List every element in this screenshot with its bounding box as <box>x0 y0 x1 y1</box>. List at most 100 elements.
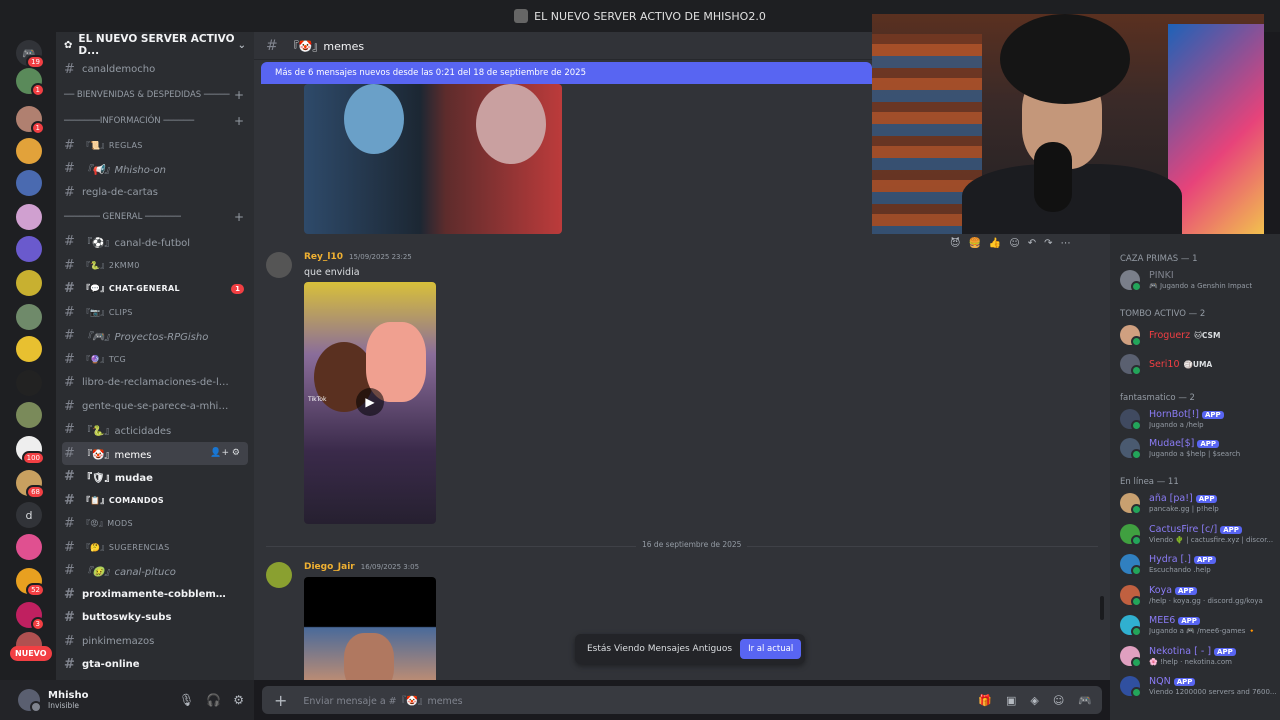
reply-icon[interactable]: ↶ <box>1028 238 1036 249</box>
channel-item[interactable]: # buttoswky-subs <box>56 606 254 630</box>
reaction-icon[interactable]: 🍔 <box>968 238 980 249</box>
server-icon[interactable] <box>16 370 42 396</box>
server-icon[interactable] <box>16 270 42 296</box>
reaction-icon[interactable]: 😈 <box>950 238 960 249</box>
member-item[interactable]: PINKI 🎮 Jugando a Genshin Impact <box>1118 268 1278 294</box>
member-item[interactable]: Mudae[$] APP Jugando a $help | $search <box>1118 436 1278 462</box>
channel-item[interactable]: # 『😡』MODS <box>56 512 254 536</box>
server-icon[interactable]: 68 <box>16 470 45 499</box>
channel-item[interactable]: # gente-que-se-parece-a-mhisho... <box>56 395 254 419</box>
composer-placeholder[interactable]: Enviar mensaje a #『🤡』memes <box>303 693 462 707</box>
gear-icon[interactable]: ⚙ <box>233 693 244 707</box>
member-item[interactable]: NQN APP Viendo 1200000 servers and 7600... <box>1118 674 1278 700</box>
video-attachment[interactable] <box>304 577 436 680</box>
add-channel-icon[interactable]: + <box>234 88 244 102</box>
server-icon[interactable]: 1 <box>16 68 45 97</box>
app-badge: APP <box>1202 411 1224 419</box>
message-composer[interactable]: + Enviar mensaje a #『🤡』memes 🎁 ▣ ◈ ☺ 🎮 <box>262 686 1102 714</box>
server-icon[interactable]: d <box>16 502 42 528</box>
channel-item[interactable]: # 『🛡』mudae <box>56 465 254 489</box>
scrollbar[interactable] <box>1100 596 1104 620</box>
add-channel-icon[interactable]: + <box>234 114 244 128</box>
reaction-icon[interactable]: 👍 <box>989 238 1001 249</box>
server-icon[interactable]: 52 <box>16 568 45 597</box>
server-icon[interactable] <box>16 534 42 560</box>
gif-icon[interactable]: ▣ <box>1006 694 1016 707</box>
message-text: que envidia <box>304 267 360 278</box>
channel-category[interactable]: ─────── GENERAL ─────── + <box>56 204 254 230</box>
server-icon[interactable] <box>16 304 42 330</box>
channel-item[interactable]: # 『📷』CLIPS <box>56 301 254 325</box>
member-item[interactable]: aña [pa!] APP pancake.gg | p!help <box>1118 491 1278 517</box>
activities-icon[interactable]: 🎮 <box>1078 694 1092 707</box>
member-item[interactable]: CactusFire [c/] APP Viendo 🌵 | cactusfire.… <box>1118 522 1278 548</box>
add-channel-icon[interactable]: + <box>234 210 244 224</box>
channel-item[interactable]: # 『📋』COMANDOS <box>56 489 254 513</box>
channel-item[interactable]: # 『⚽』canal-de-futbol <box>56 230 254 254</box>
channel-item[interactable]: # gta-online <box>56 653 254 677</box>
category-label: ───────INFORMACIÓN ────── <box>64 115 195 126</box>
member-item[interactable]: HornBot[!] APP Jugando a /help <box>1118 407 1278 433</box>
channel-item[interactable]: # canaldemocho <box>56 58 254 82</box>
headphones-icon[interactable]: 🎧 <box>206 693 221 707</box>
channel-item[interactable]: # 『🐍』acticidades <box>56 418 254 442</box>
channel-settings-icon[interactable]: 👤+ ⚙ <box>210 448 240 458</box>
avatar[interactable] <box>266 562 292 588</box>
server-icon[interactable] <box>16 170 42 196</box>
channel-item[interactable]: # 『🤔』SUGERENCIAS <box>56 536 254 560</box>
play-icon[interactable]: ▶ <box>356 388 384 416</box>
server-header[interactable]: ✿ EL NUEVO SERVER ACTIVO D... ⌄ <box>56 32 254 58</box>
emoji-icon[interactable]: ☺ <box>1053 694 1064 707</box>
meme-image[interactable] <box>304 84 562 234</box>
member-item[interactable]: Seri10 🏐UMA <box>1118 352 1278 378</box>
sticker-icon[interactable]: ◈ <box>1030 694 1038 707</box>
message-author[interactable]: Diego_Jair 16/09/2025 3:05 <box>304 562 419 572</box>
channel-item[interactable]: # libro-de-reclamaciones-de-lord... <box>56 371 254 395</box>
server-icon[interactable] <box>16 402 42 428</box>
server-icon[interactable] <box>16 138 42 164</box>
channel-name: proximamente-cobblemon-🚧... <box>82 588 230 600</box>
microphone-icon[interactable]: 🎙 <box>179 693 194 707</box>
add-reaction-icon[interactable]: ☺ <box>1009 238 1019 249</box>
channel-item[interactable]: # pinkimemazos <box>56 630 254 654</box>
server-icon[interactable] <box>16 336 42 362</box>
server-icon[interactable] <box>16 236 42 262</box>
more-options-icon[interactable]: ⋯ <box>1061 238 1071 249</box>
member-name: Mudae[$] APP <box>1149 438 1220 449</box>
avatar[interactable] <box>266 252 292 278</box>
gift-icon[interactable]: 🎁 <box>978 694 992 707</box>
video-attachment[interactable]: TikTok ▶ <box>304 282 436 524</box>
message-author[interactable]: Rey_l10 15/09/2025 23:25 <box>304 252 412 262</box>
channel-item[interactable]: # proximamente-cobblemon-🚧... <box>56 583 254 607</box>
member-item[interactable]: Nekotina [ - ] APP 🌸 !help · nekotina.com <box>1118 644 1278 670</box>
message-actions: 😈 🍔 👍 ☺ ↶ ↷ ⋯ <box>950 238 1071 249</box>
channel-item[interactable]: # regla-de-cartas <box>56 181 254 205</box>
channel-item[interactable]: # 『🐍』2KMM0 <box>56 254 254 278</box>
direct-messages-icon[interactable]: 🎮 19 <box>16 40 45 69</box>
jump-to-present-button[interactable]: Ir al actual <box>740 639 802 659</box>
forward-icon[interactable]: ↷ <box>1044 238 1052 249</box>
server-icon[interactable]: 1 <box>16 106 45 135</box>
avatar[interactable] <box>18 689 42 713</box>
server-icon[interactable]: 100 <box>16 436 45 465</box>
channel-item[interactable]: # 『🤢』canal-pituco <box>56 559 254 583</box>
channel-category[interactable]: ───────INFORMACIÓN ────── + <box>56 108 254 134</box>
add-attachment-icon[interactable]: + <box>274 691 287 710</box>
member-item[interactable]: Froguerz 🐱CSM <box>1118 323 1278 349</box>
new-messages-bar[interactable]: Más de 6 mensajes nuevos desde las 0:21 … <box>261 62 872 84</box>
new-badge[interactable]: NUEVO <box>10 646 52 661</box>
channel-item[interactable]: # 『🤡』memes 👤+ ⚙ <box>62 441 248 465</box>
server-icon[interactable]: 3 <box>16 602 45 631</box>
channel-item[interactable]: # 『📢』Mhisho-on <box>56 157 254 181</box>
channel-category[interactable]: ── BIENVENIDAS & DESPEDIDAS ───── + <box>56 82 254 108</box>
member-item[interactable]: Hydra [.] APP Escuchando .help <box>1118 552 1278 578</box>
channel-item[interactable]: # 『🎮』Proyectos-RPGisho <box>56 324 254 348</box>
member-item[interactable]: Koya APP/help · koya.gg · discord.gg/koya <box>1118 583 1278 609</box>
app-badge: APP <box>1178 617 1200 625</box>
channel-item[interactable]: # 『💬』CHAT-GENERAL 1 <box>56 277 254 301</box>
member-item[interactable]: MEE6 APP Jugando a 🎮 /mee6-games 🔸 <box>1118 613 1278 639</box>
server-icon[interactable] <box>16 204 42 230</box>
channel-item[interactable]: # 『📜』REGLAS <box>56 134 254 158</box>
server-letter: d <box>25 508 33 522</box>
channel-item[interactable]: # 『🔮』TCG <box>56 348 254 372</box>
